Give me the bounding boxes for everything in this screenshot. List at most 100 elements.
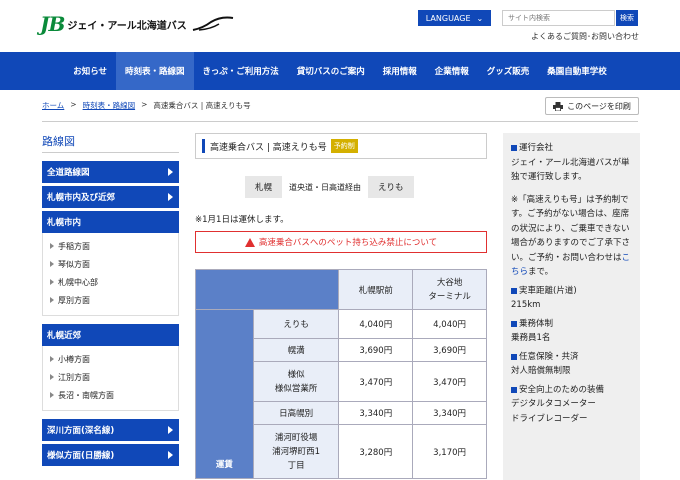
- chevron-right-icon: [168, 193, 173, 201]
- stop-name: 日高幌別: [252, 401, 340, 425]
- accent-bar: [202, 139, 205, 153]
- reservation-badge: 予約制: [330, 139, 358, 153]
- nav-tickets[interactable]: きっぷ・ご利用方法: [194, 52, 288, 90]
- nav-timetable[interactable]: 時刻表・路線図: [116, 52, 194, 90]
- logo-text: ジェイ・アール北海道バス: [67, 20, 187, 32]
- sidebar-item-label: 長沼・南幌方面: [58, 390, 114, 400]
- nav-news[interactable]: お知らせ: [64, 52, 116, 90]
- square-bullet-icon: [511, 320, 517, 327]
- divider: [42, 121, 638, 122]
- fare-table: 札幌駅前 大谷地 ターミナル 運賃 えりも 4,040円 4,040円 幌満 3…: [194, 269, 487, 479]
- stop-name: 幌満: [252, 338, 340, 362]
- breadcrumb-home[interactable]: ホーム: [42, 100, 64, 111]
- pet-policy-link[interactable]: 高速乗合バスへのペット持ち込み禁止について: [195, 231, 487, 253]
- operator-text: ジェイ・アール北海道バスが単独で運行致します。: [511, 157, 630, 183]
- crew-value: 乗務員1名: [511, 333, 551, 343]
- stop-name: 浦河町役場 浦河堺町西1 丁目: [252, 424, 340, 479]
- sidebar-item-kotoni[interactable]: 琴似方面: [43, 255, 178, 273]
- sidebar-item-naganuma[interactable]: 長沼・南幌方面: [43, 386, 178, 404]
- nav-recruit[interactable]: 採用情報: [374, 52, 426, 90]
- triangle-right-icon: [50, 297, 54, 303]
- sidebar-group-sapporo-suburbs: 札幌近郊: [42, 324, 179, 346]
- sidebar: 路線図 全道路線図 札幌市内及び近郊 札幌市内 手稲方面 琴似方面 札幌中心部 …: [42, 133, 179, 466]
- sidebar-item-fukagawa[interactable]: 深川方面(深名線): [42, 419, 179, 441]
- square-bullet-icon: [511, 386, 517, 393]
- site-header: JB ジェイ・アール北海道バス LANGUAGE ⌄ 検索 よくあるご質問･お問…: [0, 0, 680, 52]
- search-input[interactable]: [502, 10, 615, 26]
- crew-heading: 乗務体制: [519, 318, 554, 329]
- sidebar-list: 小樽方面 江別方面 長沼・南幌方面: [42, 346, 179, 411]
- origin-stop: 札幌: [245, 176, 283, 198]
- warning-text: 高速乗合バスへのペット持ち込み禁止について: [258, 238, 438, 248]
- site-logo[interactable]: JB ジェイ・アール北海道バス: [40, 12, 235, 36]
- safety-heading: 安全向上のための装備: [519, 384, 605, 395]
- print-page-button[interactable]: このページを印刷: [545, 97, 639, 115]
- sidebar-item-central[interactable]: 札幌中心部: [43, 273, 178, 291]
- info-heading: 任意保険・共済: [511, 350, 632, 365]
- sidebar-item-label: 札幌市内及び近郊: [47, 193, 116, 203]
- fare-value: 3,280円: [338, 424, 414, 479]
- sidebar-item-label: 江別方面: [58, 372, 90, 382]
- breadcrumb-timetable[interactable]: 時刻表・路線図: [83, 100, 136, 111]
- operator-heading: 運行会社: [519, 143, 554, 153]
- chevron-right-icon: [168, 168, 173, 176]
- column-header: 大谷地 ターミナル: [412, 269, 487, 310]
- sidebar-item-atsubetsu[interactable]: 厚別方面: [43, 291, 178, 309]
- sidebar-item-label: 様似方面(日勝線): [47, 451, 115, 461]
- insurance-heading: 任意保険・共済: [519, 351, 579, 362]
- nav-charter[interactable]: 貸切バスのご案内: [288, 52, 374, 90]
- info-heading: 乗務体制: [511, 317, 632, 332]
- breadcrumb: ホーム > 時刻表・路線図 > 高速乗合バス | 高速えりも号: [42, 100, 251, 111]
- search-button[interactable]: 検索: [616, 10, 638, 26]
- table-header-row: 札幌駅前 大谷地 ターミナル: [194, 269, 487, 310]
- sidebar-item-samani[interactable]: 様似方面(日勝線): [42, 444, 179, 466]
- nav-goods[interactable]: グッズ販売: [478, 52, 539, 90]
- sidebar-item-label: 琴似方面: [58, 259, 90, 269]
- sidebar-item-teine[interactable]: 手稲方面: [43, 237, 178, 255]
- chevron-down-icon: ⌄: [476, 13, 484, 23]
- stop-name: えりも: [252, 309, 340, 339]
- fare-value: 3,690円: [338, 338, 414, 362]
- sidebar-title: 路線図: [42, 133, 179, 153]
- nav-driving-school[interactable]: 桑園自動車学校: [538, 52, 616, 90]
- main-content: 高速乗合バス | 高速えりも号 予約制 札幌 道央道・日高道経由 えりも ※1月…: [194, 133, 487, 479]
- square-bullet-icon: [511, 353, 517, 360]
- breadcrumb-separator: >: [141, 100, 148, 109]
- sidebar-item-sapporo-area[interactable]: 札幌市内及び近郊: [42, 186, 179, 208]
- language-button[interactable]: LANGUAGE ⌄: [418, 10, 491, 26]
- triangle-right-icon: [50, 374, 54, 380]
- reservation-text-2: まで。: [528, 267, 554, 277]
- language-label: LANGUAGE: [425, 13, 471, 23]
- fare-side-label: 運賃: [195, 309, 254, 479]
- sidebar-item-otaru[interactable]: 小樽方面: [43, 350, 178, 368]
- sidebar-item-ebetsu[interactable]: 江別方面: [43, 368, 178, 386]
- faq-contact-link[interactable]: よくあるご質問･お問い合わせ: [531, 31, 639, 42]
- fare-value: 3,340円: [412, 401, 487, 425]
- nav-company[interactable]: 企業情報: [426, 52, 478, 90]
- info-heading: 安全向上のための装備: [511, 383, 632, 398]
- sidebar-item-all-routes[interactable]: 全道路線図: [42, 161, 179, 183]
- fare-value: 4,040円: [338, 309, 414, 339]
- sidebar-item-label: 全道路線図: [47, 168, 90, 178]
- table-corner: [194, 269, 340, 310]
- sidebar-item-label: 厚別方面: [58, 295, 90, 305]
- column-header: 札幌駅前: [338, 269, 414, 310]
- fare-value: 3,690円: [412, 338, 487, 362]
- triangle-right-icon: [50, 261, 54, 267]
- sidebar-list: 手稲方面 琴似方面 札幌中心部 厚別方面: [42, 233, 179, 316]
- triangle-right-icon: [50, 392, 54, 398]
- info-heading: 運行会社: [511, 141, 632, 156]
- square-bullet-icon: [511, 145, 517, 152]
- route-info-panel: 運行会社 ジェイ・アール北海道バスが単独で運行致します。 ※「高速えりも号」は予…: [503, 133, 640, 480]
- printer-icon: [553, 101, 564, 111]
- insurance-value: 対人賠償無制限: [511, 366, 571, 376]
- fare-value: 3,340円: [338, 401, 414, 425]
- triangle-right-icon: [50, 356, 54, 362]
- main-nav: お知らせ 時刻表・路線図 きっぷ・ご利用方法 貸切バスのご案内 採用情報 企業情…: [0, 52, 680, 90]
- destination-stop: えりも: [368, 176, 414, 198]
- chevron-right-icon: [168, 451, 173, 459]
- print-label: このページを印刷: [567, 101, 631, 111]
- reservation-text: ※「高速えりも号」は予約制です。ご予約がない場合は、座席の状況により、ご乗車でき…: [511, 193, 632, 280]
- sidebar-item-label: 深川方面(深名線): [47, 426, 115, 436]
